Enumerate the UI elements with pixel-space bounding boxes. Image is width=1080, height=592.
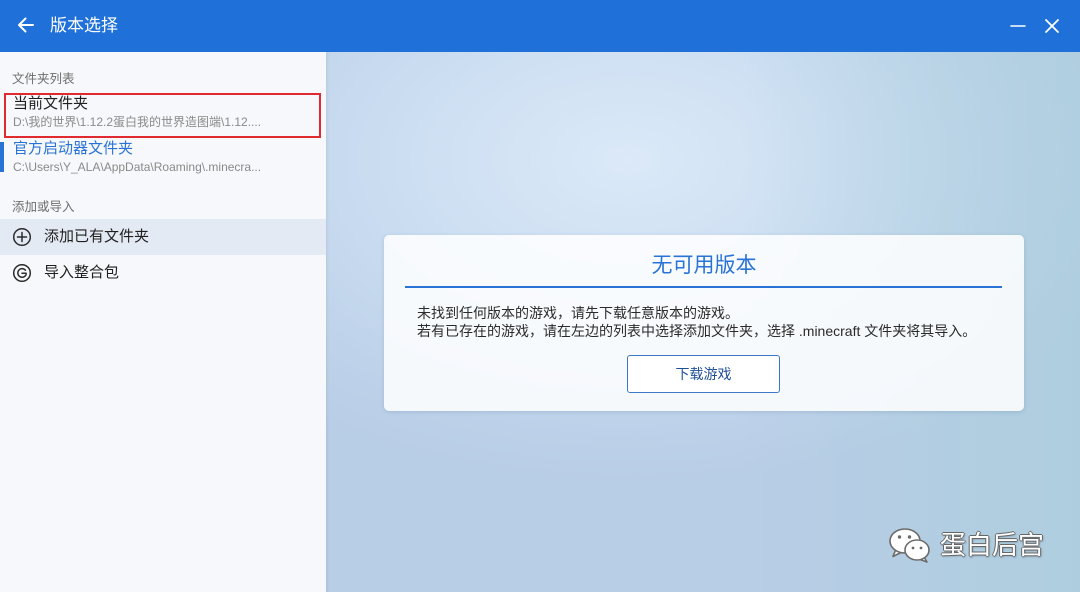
close-button[interactable]	[1038, 12, 1066, 40]
card-message-line: 未找到任何版本的游戏，请先下载任意版本的游戏。	[417, 305, 739, 321]
action-label: 添加已有文件夹	[44, 228, 150, 245]
import-section-header: 添加或导入	[12, 200, 75, 214]
folder-label: 当前文件夹	[13, 95, 89, 112]
close-icon	[1045, 19, 1059, 33]
selection-indicator	[0, 142, 4, 172]
watermark-text: 蛋白后宫	[940, 530, 1045, 560]
card-message-line: 若有已存在的游戏，请在左边的列表中选择添加文件夹，选择 .minecraft 文…	[417, 323, 977, 339]
add-existing-folder-button[interactable]: 添加已有文件夹	[0, 219, 326, 255]
no-versions-card: 无可用版本 未找到任何版本的游戏，请先下载任意版本的游戏。 若有已存在的游戏，请…	[384, 235, 1024, 411]
folder-path: D:\我的世界\1.12.2蛋白我的世界造图端\1.12....	[13, 115, 262, 129]
window-title: 版本选择	[50, 16, 118, 35]
title-divider	[405, 286, 1002, 288]
minimize-icon	[1010, 25, 1026, 27]
import-modpack-button[interactable]: 导入整合包	[0, 255, 326, 291]
plus-circle-icon	[12, 227, 32, 247]
folder-item-current[interactable]: 当前文件夹 D:\我的世界\1.12.2蛋白我的世界造图端\1.12....	[0, 92, 326, 137]
watermark: 蛋白后宫	[888, 526, 1058, 566]
back-button[interactable]	[12, 11, 40, 39]
sidebar: 文件夹列表 当前文件夹 D:\我的世界\1.12.2蛋白我的世界造图端\1.12…	[0, 52, 326, 592]
download-game-button[interactable]: 下载游戏	[627, 355, 780, 393]
card-title: 无可用版本	[651, 254, 757, 277]
main-content: 无可用版本 未找到任何版本的游戏，请先下载任意版本的游戏。 若有已存在的游戏，请…	[326, 52, 1080, 592]
folder-label: 官方启动器文件夹	[13, 140, 134, 157]
folder-path: C:\Users\Y_ALA\AppData\Roaming\.minecra.…	[13, 160, 262, 174]
action-label: 导入整合包	[44, 264, 120, 281]
folders-section-header: 文件夹列表	[12, 72, 75, 86]
folder-item-official-launcher[interactable]: 官方启动器文件夹 C:\Users\Y_ALA\AppData\Roaming\…	[0, 137, 326, 182]
title-bar: 版本选择	[0, 0, 1080, 52]
modpack-icon	[12, 263, 32, 283]
arrow-left-icon	[18, 17, 34, 33]
wechat-icon	[889, 528, 930, 563]
minimize-button[interactable]	[1004, 12, 1032, 40]
